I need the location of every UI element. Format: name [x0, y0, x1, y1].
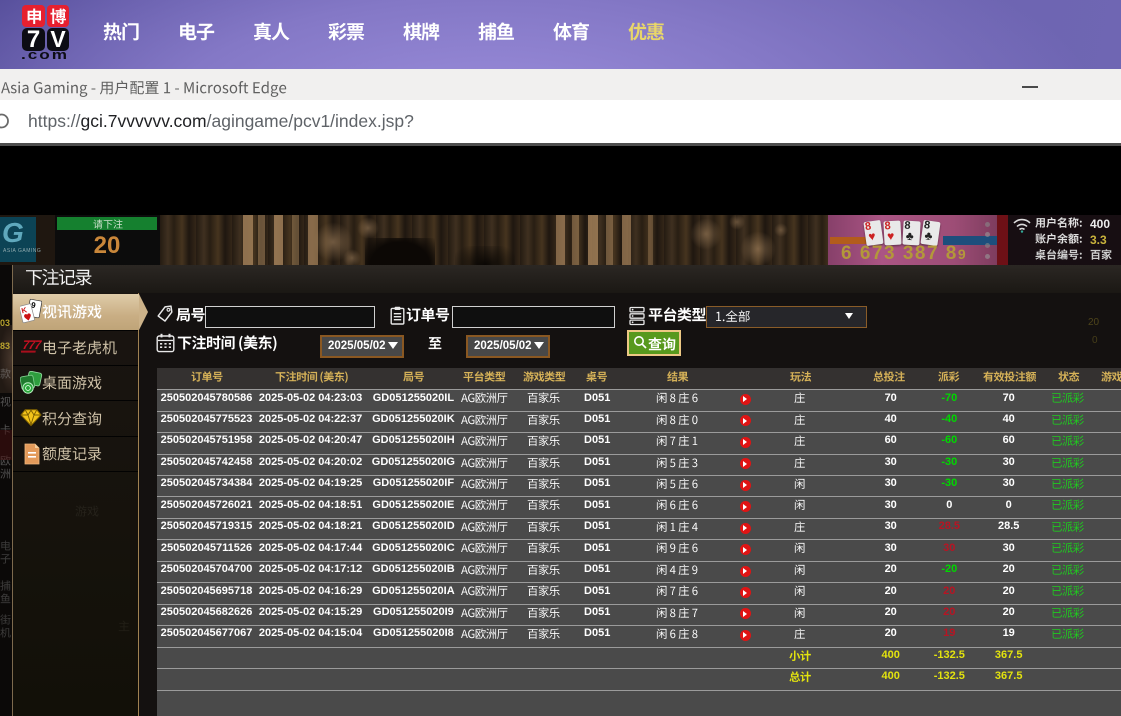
svg-text:777: 777	[21, 338, 42, 352]
